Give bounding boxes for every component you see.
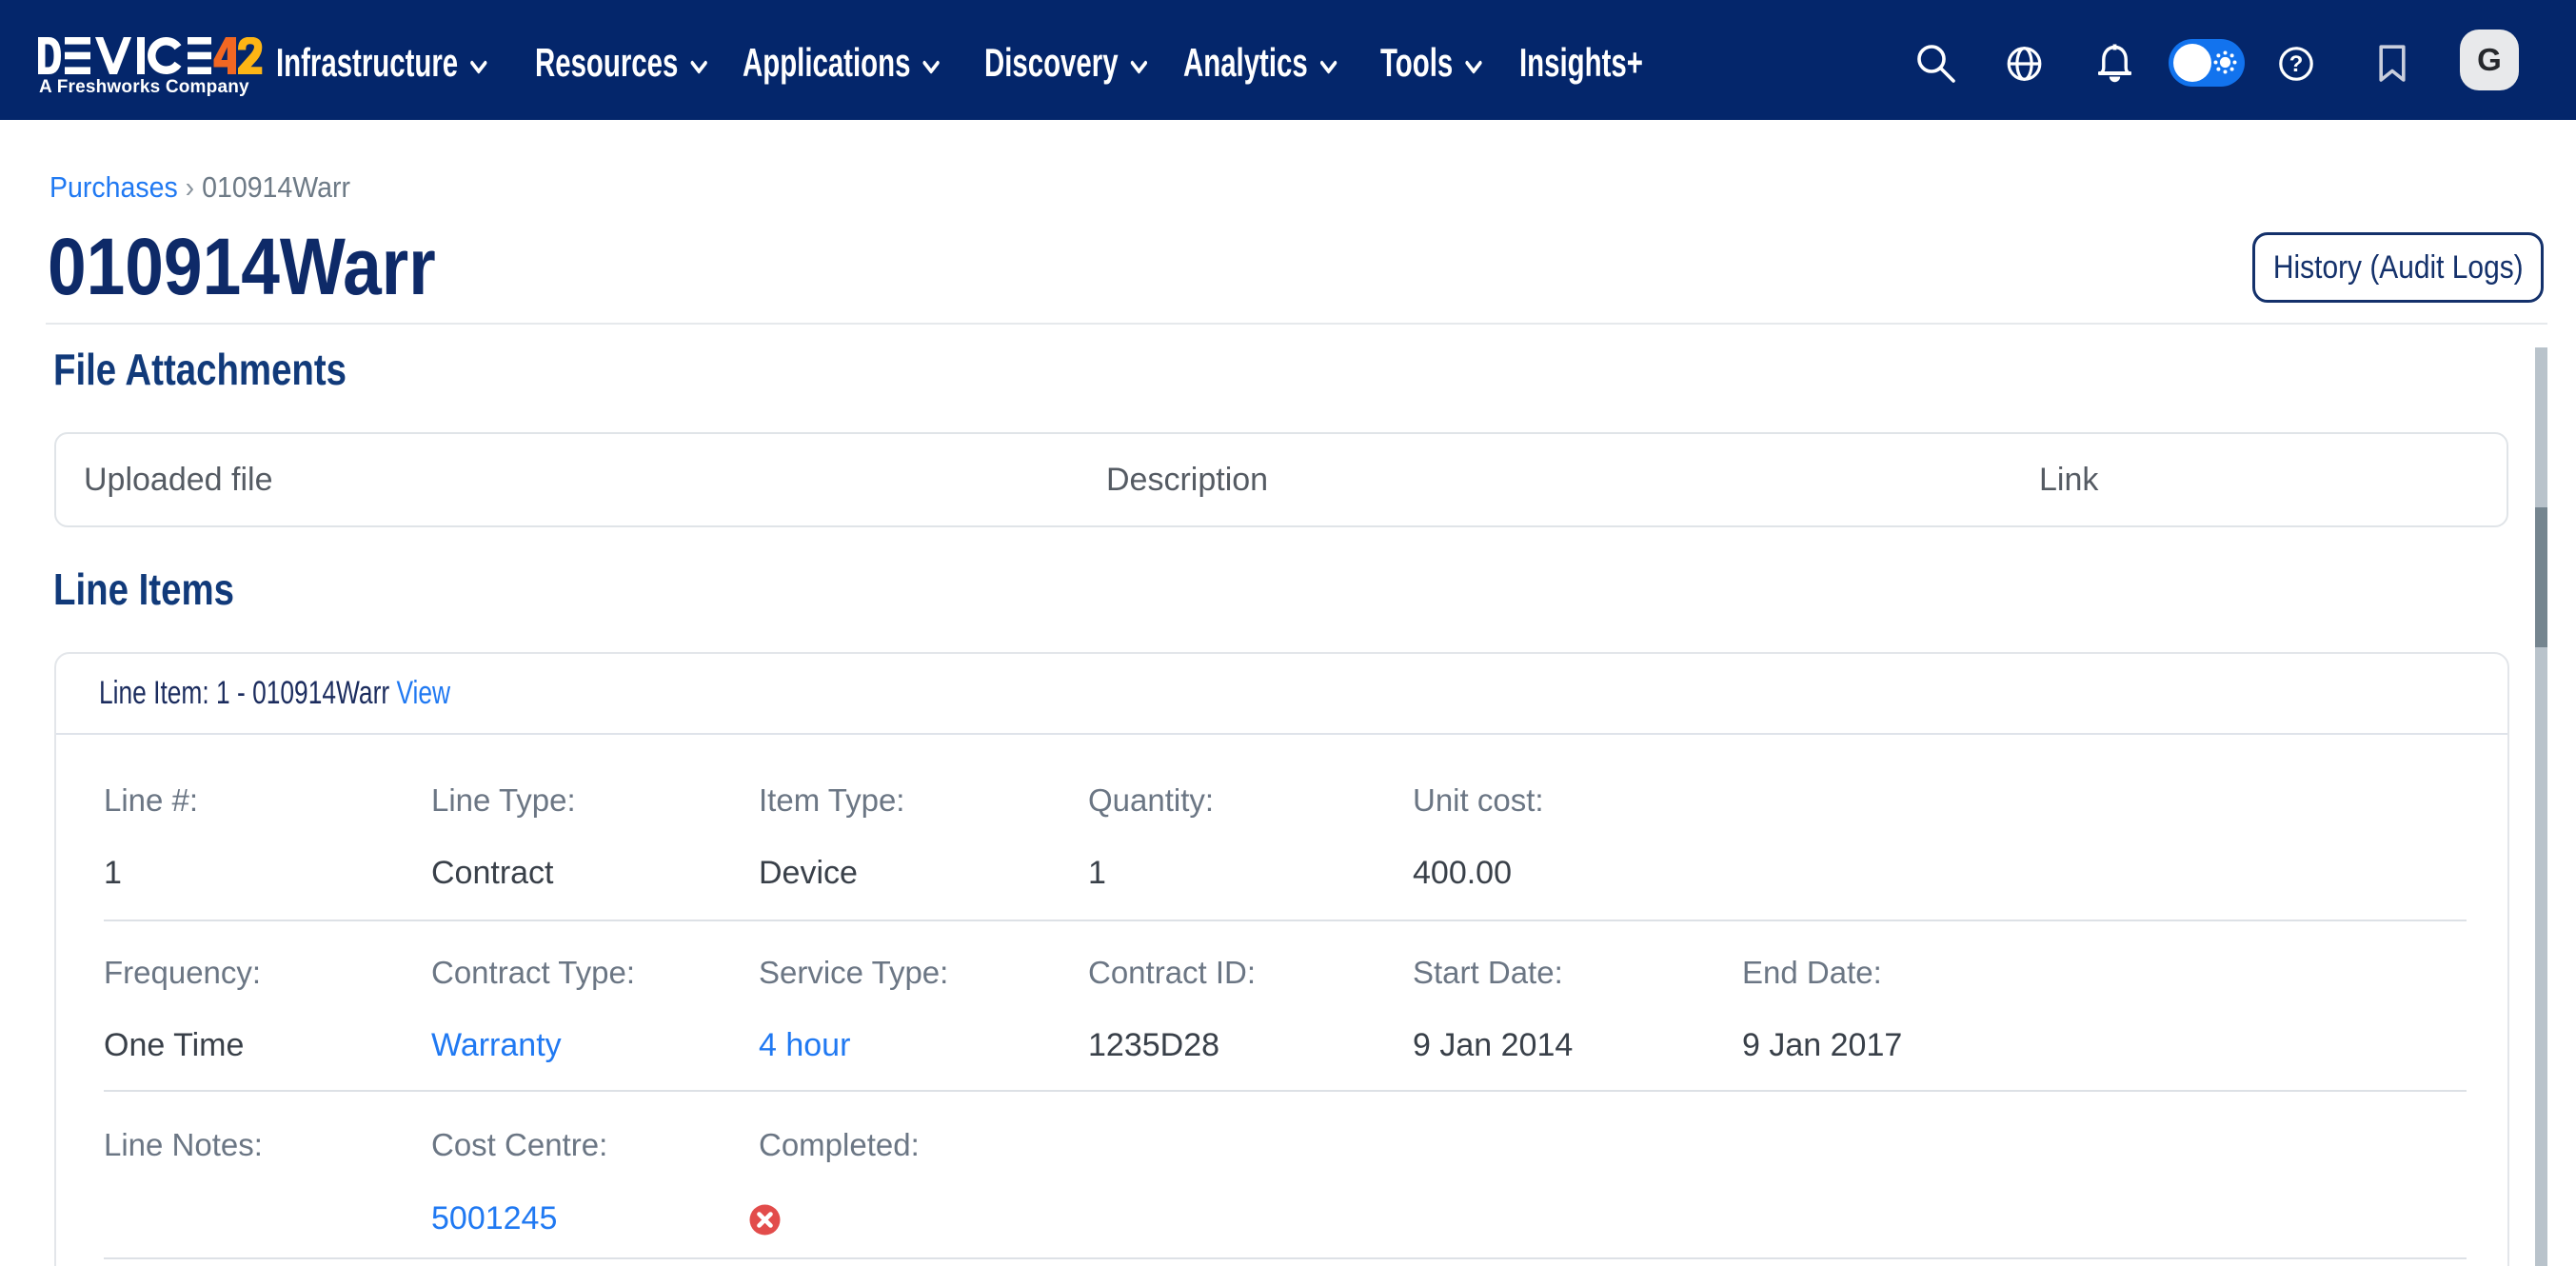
svg-text:?: ?	[2289, 51, 2304, 77]
